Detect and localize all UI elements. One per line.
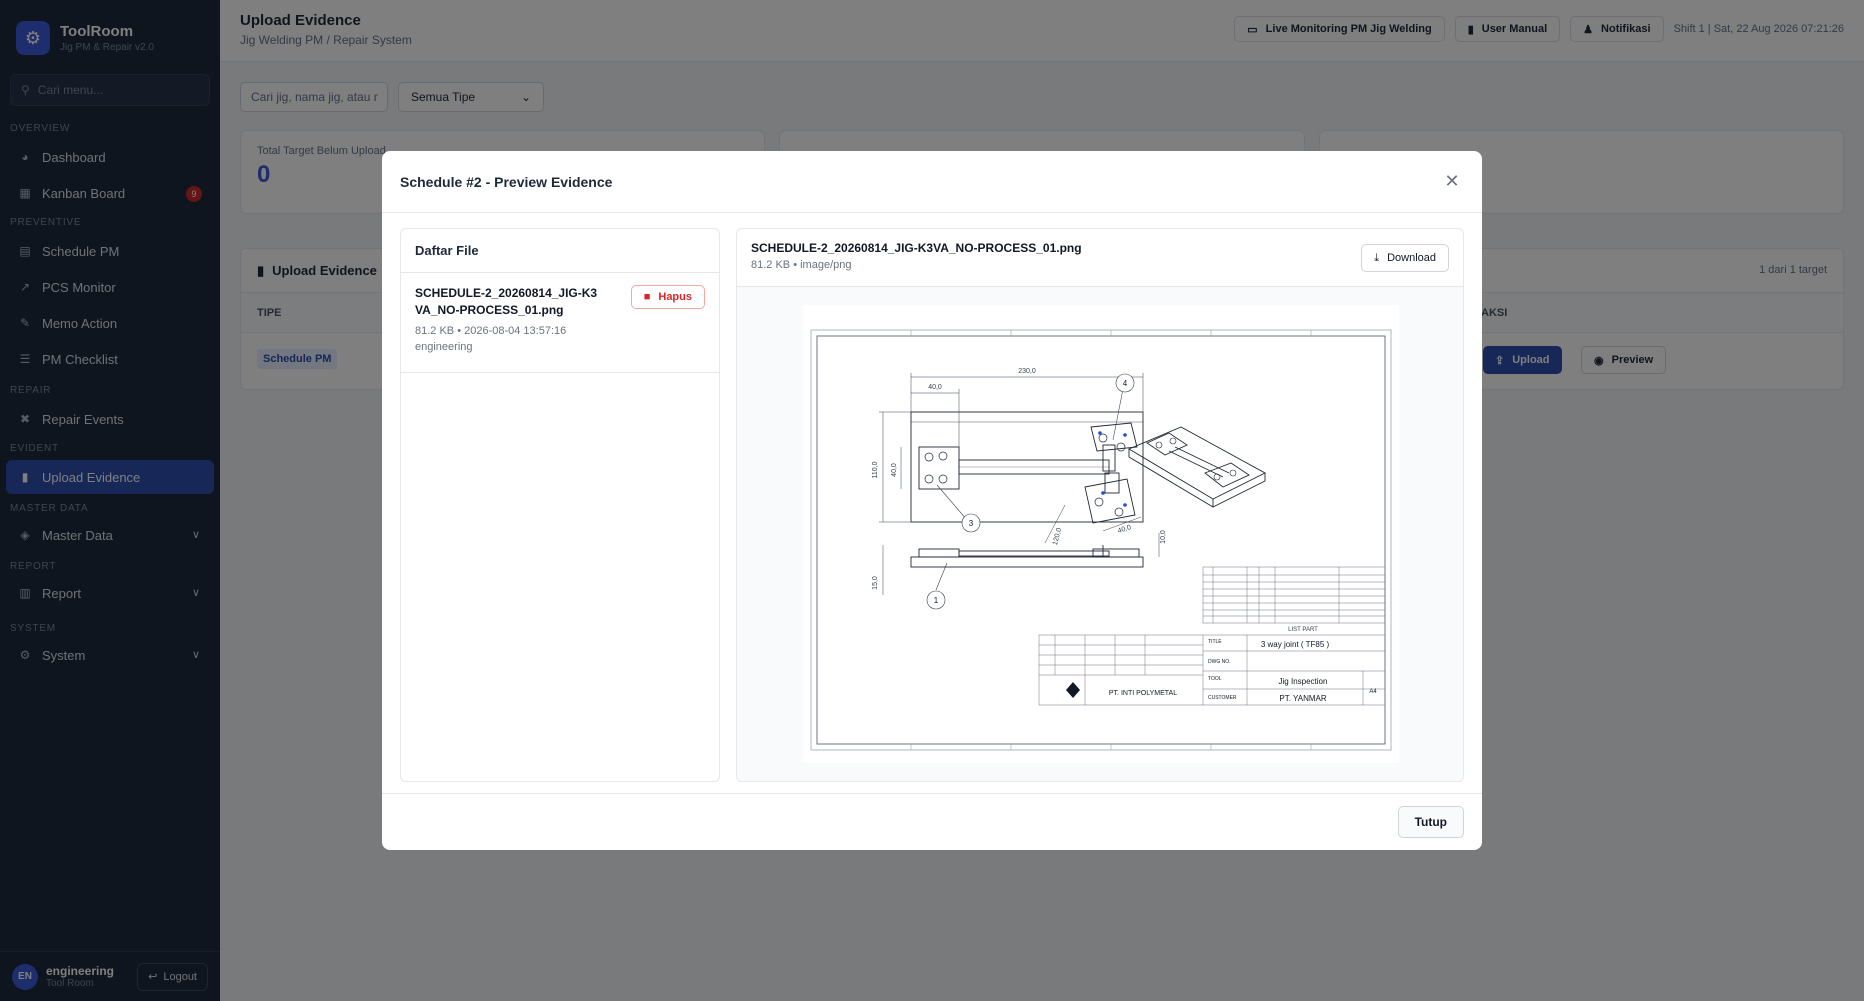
close-icon[interactable]: ✕ [1440, 170, 1464, 194]
dim-15: 15,0 [872, 576, 879, 590]
modal-header: Schedule #2 - Preview Evidence ✕ [382, 151, 1482, 213]
tb-tool-label: TOOL [1208, 676, 1222, 682]
file-list-title: Daftar File [401, 229, 719, 273]
modal-title: Schedule #2 - Preview Evidence [400, 173, 613, 190]
tb-title-value: 3 way joint ( TF85 ) [1261, 640, 1330, 649]
dim-120: 120,0 [1052, 527, 1063, 546]
delete-label: Hapus [658, 291, 692, 303]
download-button[interactable]: ⤓ Download [1361, 244, 1449, 272]
dim-10: 10,0 [1160, 530, 1167, 544]
company-logo-icon [1066, 682, 1080, 698]
balloon-3: 3 [969, 519, 974, 528]
preview-file-meta: 81.2 KB • image/png [751, 259, 852, 271]
dim-40: 40,0 [928, 384, 942, 391]
file-name: SCHEDULE-2_20260814_JIG-K3VA_NO-PROCESS_… [415, 286, 598, 317]
file-uploader: engineering [415, 341, 473, 353]
list-part-label: LIST PART [1288, 627, 1318, 633]
balloon-1: 1 [934, 596, 939, 605]
delete-file-button[interactable]: ■ Hapus [630, 285, 705, 309]
tb-size: A4 [1369, 689, 1377, 695]
modal-body: Daftar File SCHEDULE-2_20260814_JIG-K3VA… [382, 213, 1482, 793]
balloon-4: 4 [1123, 379, 1128, 388]
preview-header: SCHEDULE-2_20260814_JIG-K3VA_NO-PROCESS_… [737, 229, 1463, 287]
modal-footer: Tutup [382, 793, 1482, 850]
tb-customer-value: PT. YANMAR [1279, 694, 1326, 703]
dim-230: 230,0 [1018, 368, 1036, 375]
file-meta: 81.2 KB • 2026-08-04 13:57:16 [415, 325, 567, 337]
file-list-item[interactable]: SCHEDULE-2_20260814_JIG-K3VA_NO-PROCESS_… [401, 273, 719, 373]
download-icon: ⤓ [1374, 251, 1380, 264]
preview-image-area: 230,0 40,0 110,0 40,0 40,0 120,0 3 4 1 1… [737, 287, 1463, 781]
preview-evidence-modal: Schedule #2 - Preview Evidence ✕ Daftar … [382, 151, 1482, 850]
dim-110: 110,0 [872, 461, 879, 478]
tb-dwg-label: DWG NO. [1208, 659, 1231, 665]
technical-drawing-image: 230,0 40,0 110,0 40,0 40,0 120,0 3 4 1 1… [803, 305, 1399, 763]
tb-title-label: TITLE [1208, 639, 1222, 645]
preview-panel: SCHEDULE-2_20260814_JIG-K3VA_NO-PROCESS_… [736, 228, 1464, 782]
dim-40-vertical: 40,0 [891, 463, 898, 477]
tb-company: PT. INTI POLYMETAL [1109, 690, 1177, 697]
tb-tool-value: Jig Inspection [1279, 677, 1328, 686]
trash-icon: ■ [643, 291, 651, 303]
download-label: Download [1387, 252, 1436, 264]
close-modal-button[interactable]: Tutup [1397, 806, 1464, 838]
preview-file-name: SCHEDULE-2_20260814_JIG-K3VA_NO-PROCESS_… [751, 241, 1082, 255]
file-list-panel: Daftar File SCHEDULE-2_20260814_JIG-K3VA… [400, 228, 720, 782]
dim-40-angled: 40,0 [1117, 524, 1132, 535]
tb-customer-label: CUSTOMER [1208, 695, 1237, 701]
